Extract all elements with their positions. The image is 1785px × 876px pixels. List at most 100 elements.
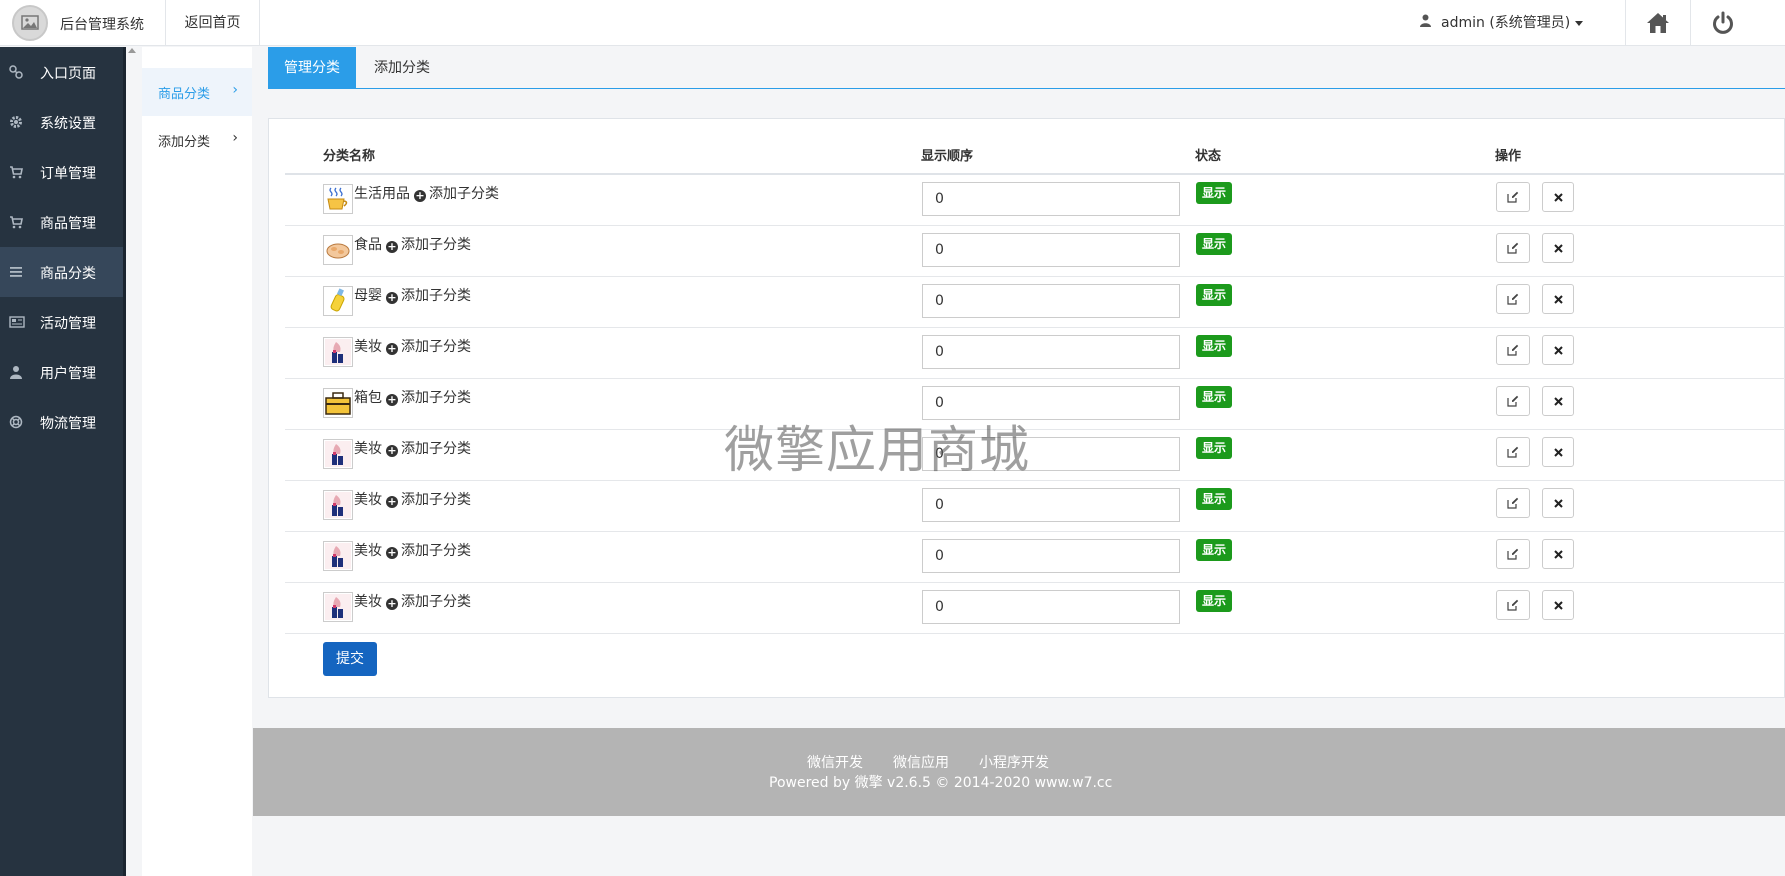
status-badge[interactable]: 显示 [1196,437,1233,459]
edit-button[interactable] [1496,590,1530,620]
add-subcategory-link[interactable]: + 添加子分类 [386,591,471,611]
back-home-link[interactable]: 返回首页 [165,0,260,46]
category-name: 美妆 [354,441,382,457]
delete-button[interactable] [1542,539,1574,569]
edit-button[interactable] [1496,386,1530,416]
edit-icon [1507,191,1519,203]
display-order-input[interactable] [922,386,1180,420]
user-menu[interactable]: admin (系统管理员) [1420,0,1584,46]
display-order-input[interactable] [922,284,1180,318]
edit-button[interactable] [1496,233,1530,263]
add-subcategory-link[interactable]: + 添加子分类 [386,489,471,509]
table-row: 美妆+添加子分类显示 [285,481,1785,532]
category-name: 美妆 [354,594,382,610]
plus-circle-icon: + [386,240,398,253]
delete-button[interactable] [1542,182,1574,212]
close-icon [1553,345,1563,355]
delete-button[interactable] [1542,335,1574,365]
status-badge[interactable]: 显示 [1196,386,1233,408]
delete-button[interactable] [1542,386,1574,416]
display-order-input[interactable] [922,233,1180,267]
category-image [323,388,353,418]
status-badge[interactable]: 显示 [1196,284,1233,306]
sidebar-item-entry[interactable]: 入口页面 [0,47,123,97]
delete-button[interactable] [1542,233,1574,263]
category-name-cell: 食品 + 添加子分类 [354,234,471,254]
add-subcategory-link[interactable]: + 添加子分类 [386,540,471,560]
edit-button[interactable] [1496,488,1530,518]
delete-button[interactable] [1542,488,1574,518]
display-order-input[interactable] [922,539,1180,573]
footer-link-wechat-apps[interactable]: 微信应用 [893,755,949,771]
display-order-input[interactable] [922,488,1180,522]
footer-link-miniprogram-dev[interactable]: 小程序开发 [979,755,1049,771]
status-badge[interactable]: 显示 [1196,488,1233,510]
add-subcategory-link[interactable]: + 添加子分类 [386,234,471,254]
close-icon [1553,396,1563,406]
category-name-cell: 箱包 + 添加子分类 [354,387,471,407]
column-header-name: 分类名称 [323,149,376,164]
tab-manage-category[interactable]: 管理分类 [268,47,356,89]
delete-button[interactable] [1542,284,1574,314]
image-icon [21,15,39,30]
close-icon [1553,600,1563,610]
display-order-input[interactable] [922,335,1180,369]
sidebar-scrollbar[interactable] [123,47,126,876]
link-icon [9,65,23,79]
edit-button[interactable] [1496,539,1530,569]
status-badge[interactable]: 显示 [1196,539,1233,561]
top-bar: 后台管理系统 返回首页 admin (系统管理员) [0,0,1785,46]
edit-button[interactable] [1496,437,1530,467]
scroll-up-arrow-icon[interactable] [128,48,136,53]
edit-button[interactable] [1496,182,1530,212]
sidebar-item-users[interactable]: 用户管理 [0,347,123,397]
subnav-item-add-category[interactable]: 添加分类 › [142,116,252,164]
table-row: 箱包+添加子分类 显示 [285,379,1785,430]
submit-button[interactable]: 提交 [323,642,377,676]
display-order-input[interactable] [922,590,1180,624]
add-subcategory-link[interactable]: + 添加子分类 [386,387,471,407]
sidebar-item-label: 系统设置 [40,116,96,132]
logout-button[interactable] [1690,0,1755,46]
add-subcategory-link[interactable]: + 添加子分类 [386,285,471,305]
tab-add-category[interactable]: 添加分类 [358,47,446,89]
sidebar-item-orders[interactable]: 订单管理 [0,147,123,197]
close-icon [1553,549,1563,559]
sidebar-item-settings[interactable]: 系统设置 [0,97,123,147]
sidebar-item-products[interactable]: 商品管理 [0,197,123,247]
status-badge[interactable]: 显示 [1196,182,1233,204]
list-icon [10,267,22,277]
plus-circle-icon: + [386,291,398,304]
chevron-right-icon: › [232,82,238,98]
footer-link-wechat-dev[interactable]: 微信开发 [807,755,863,771]
delete-button[interactable] [1542,590,1574,620]
add-subcategory-link[interactable]: + 添加子分类 [386,336,471,356]
sidebar-item-label: 商品分类 [40,266,96,282]
plus-circle-icon: + [386,495,398,508]
status-badge[interactable]: 显示 [1196,233,1233,255]
edit-button[interactable] [1496,284,1530,314]
plus-circle-icon: + [386,597,398,610]
edit-icon [1507,497,1519,509]
add-subcategory-link[interactable]: + 添加子分类 [386,438,471,458]
chevron-down-icon [1575,20,1584,26]
table-row: 母婴+添加子分类显示 [285,277,1785,328]
sidebar-item-categories[interactable]: 商品分类 [0,247,123,297]
sidebar-item-label: 物流管理 [40,416,96,432]
status-badge[interactable]: 显示 [1196,335,1233,357]
status-badge[interactable]: 显示 [1196,590,1233,612]
display-order-input[interactable] [922,437,1180,471]
add-subcategory-link[interactable]: + 添加子分类 [414,183,499,203]
sidebar-item-activities[interactable]: 活动管理 [0,297,123,347]
system-name: 后台管理系统 [60,17,144,33]
home-button[interactable] [1625,0,1690,46]
edit-button[interactable] [1496,335,1530,365]
add-subcategory-label: 添加子分类 [401,237,471,253]
subnav-item-categories[interactable]: 商品分类 › [142,68,252,116]
edit-icon [1507,548,1519,560]
delete-button[interactable] [1542,437,1574,467]
sidebar-item-logistics[interactable]: 物流管理 [0,397,123,447]
display-order-input[interactable] [922,182,1180,216]
category-name: 食品 [354,237,382,253]
newspaper-icon [9,316,25,328]
